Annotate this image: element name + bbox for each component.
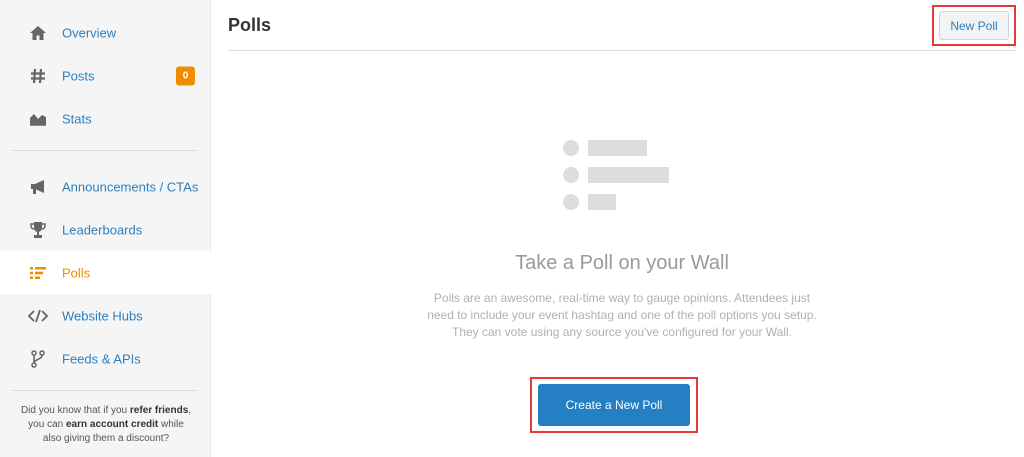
sidebar-item-label: Feeds & APIs: [62, 351, 141, 366]
sidebar-item-label: Leaderboards: [62, 222, 143, 237]
hashtag-icon: [27, 66, 49, 86]
trophy-icon: [27, 220, 49, 240]
megaphone-icon: [27, 177, 49, 197]
branch-icon: [27, 349, 49, 369]
sidebar-divider: [12, 150, 198, 151]
sidebar-item-label: Announcements / CTAs: [62, 179, 199, 194]
sidebar-item-label: Overview: [62, 25, 117, 40]
sidebar-item-polls[interactable]: Polls: [0, 251, 211, 294]
sidebar-item-feeds-apis[interactable]: Feeds & APIs: [0, 337, 211, 380]
sidebar: Overview Posts 0 Stats Announcements / C…: [0, 0, 211, 457]
poll-icon: [27, 263, 49, 283]
poll-list-icon: [561, 138, 671, 213]
code-icon: [27, 306, 49, 326]
page-header: Polls New Poll: [228, 0, 1016, 51]
sidebar-item-label: Stats: [62, 111, 92, 126]
empty-state-description: Polls are an awesome, real-time way to g…: [427, 291, 817, 339]
sidebar-divider: [12, 390, 198, 391]
sidebar-item-announcements[interactable]: Announcements / CTAs: [0, 165, 211, 208]
sidebar-item-posts[interactable]: Posts 0: [0, 54, 211, 97]
sidebar-item-label: Website Hubs: [62, 308, 143, 323]
sidebar-item-website-hubs[interactable]: Website Hubs: [0, 294, 211, 337]
refer-friends-text: refer friends: [129, 405, 189, 416]
chart-icon: [27, 109, 49, 129]
new-poll-button[interactable]: New Poll: [939, 11, 1009, 40]
posts-count-badge: 0: [176, 66, 195, 85]
new-poll-button-highlight: New Poll: [932, 5, 1016, 46]
referral-promo: Did you know that if you refer friends, …: [18, 404, 194, 446]
promo-text: Did you know that if you: [20, 405, 130, 416]
empty-state-title: Take a Poll on your Wall: [515, 252, 729, 274]
sidebar-item-stats[interactable]: Stats: [0, 97, 211, 140]
sidebar-item-overview[interactable]: Overview: [0, 11, 211, 54]
polls-empty-state: Take a Poll on your Wall Polls are an aw…: [228, 52, 1016, 457]
page-title: Polls: [228, 15, 272, 35]
sidebar-item-label: Posts: [62, 68, 95, 83]
earn-credit-text: earn account credit: [65, 419, 159, 430]
create-new-poll-button[interactable]: Create a New Poll: [538, 384, 690, 426]
sidebar-item-leaderboards[interactable]: Leaderboards: [0, 208, 211, 251]
create-poll-highlight: Create a New Poll: [530, 377, 698, 433]
home-icon: [27, 23, 49, 43]
sidebar-item-label: Polls: [62, 265, 91, 280]
